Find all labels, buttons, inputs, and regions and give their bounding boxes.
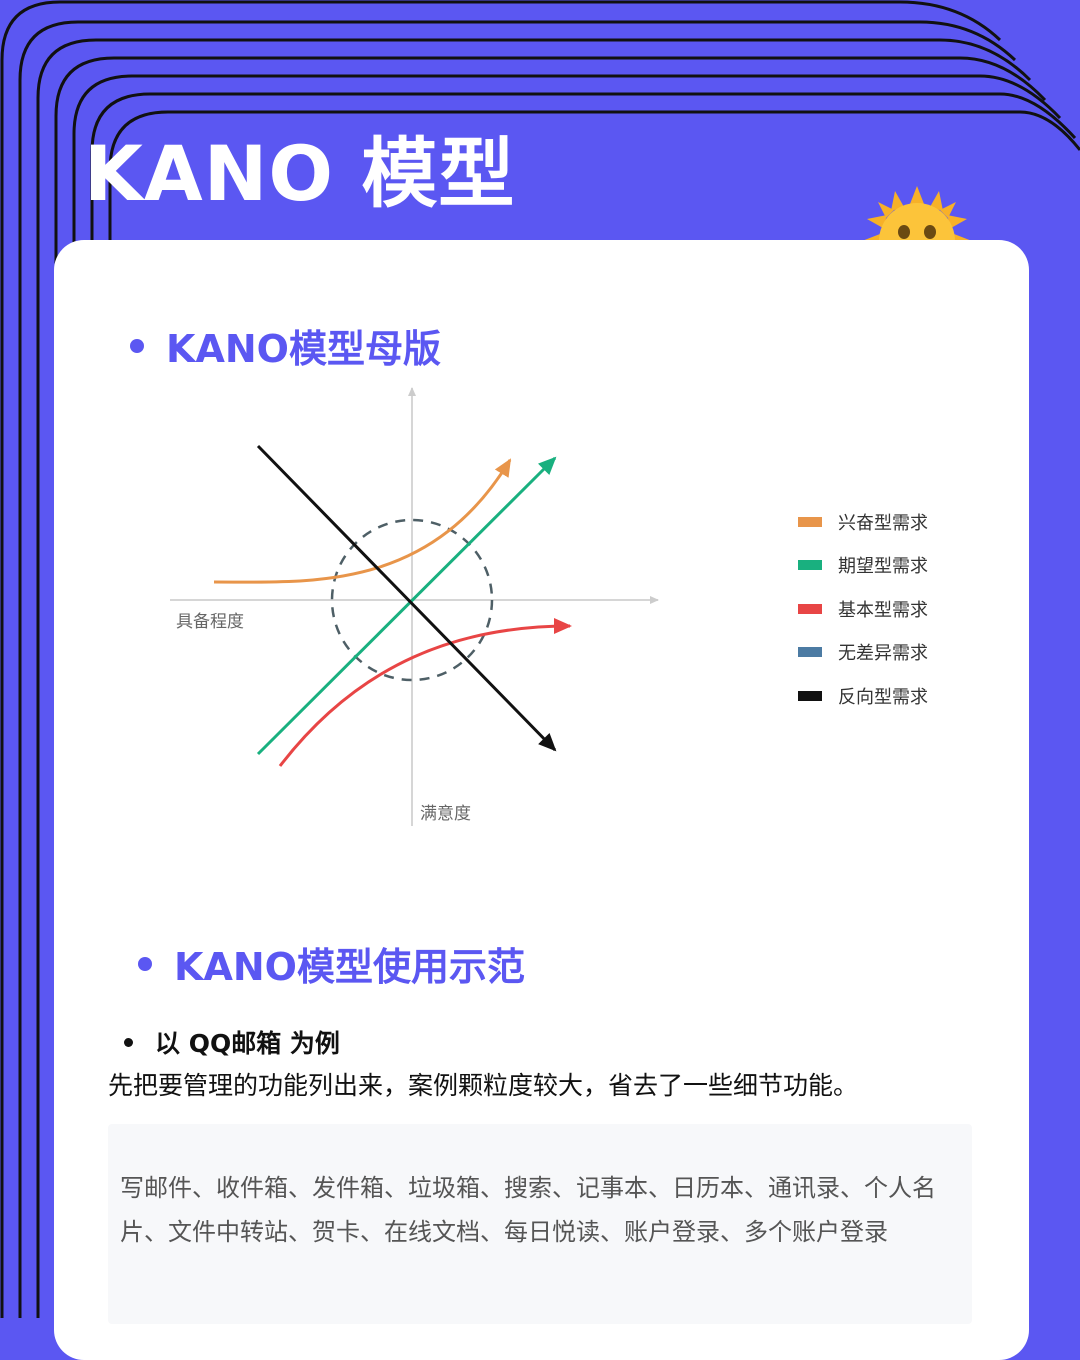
reverse-line [256, 444, 557, 752]
section-heading-example: KANO模型使用示范 [138, 936, 525, 991]
y-axis-label: 满意度 [420, 804, 471, 824]
legend-label: 无差异需求 [838, 643, 928, 665]
basic-curve [278, 618, 572, 767]
legend-item: 基本型需求 [798, 587, 928, 631]
legend-item: 期望型需求 [798, 544, 928, 588]
legend-swatch [798, 603, 822, 614]
example-bullet-text: 以 QQ邮箱 为例 [155, 1029, 340, 1058]
legend-swatch [798, 560, 822, 571]
legend-label: 期望型需求 [838, 556, 928, 578]
intro-text: 先把要管理的功能列出来，案例颗粒度较大，省去了一些细节功能。 [108, 1071, 859, 1100]
legend-label: 基本型需求 [838, 599, 928, 621]
page-title: KANO 模型 [84, 129, 516, 218]
example-bullet: 以 QQ邮箱 为例 [124, 1024, 340, 1060]
legend-swatch [798, 690, 822, 701]
legend-item: 兴奋型需求 [798, 500, 928, 544]
kano-diagram: 具备程度 满意度 [170, 387, 659, 826]
bullet-dot [130, 338, 144, 353]
section-heading-template: KANO模型母版 [130, 318, 441, 373]
diagram-legend: 兴奋型需求 期望型需求 基本型需求 无差异需求 反向型需求 [798, 500, 928, 718]
bullet-dot [138, 956, 152, 971]
section-heading-template-text: KANO模型母版 [166, 327, 441, 371]
legend-item: 无差异需求 [798, 631, 928, 675]
legend-swatch [798, 647, 822, 658]
section-heading-example-text: KANO模型使用示范 [174, 945, 525, 989]
legend-label: 反向型需求 [838, 686, 928, 708]
bullet-dot [124, 1037, 133, 1047]
legend-swatch [798, 516, 822, 527]
feature-list-text: 写邮件、收件箱、发件箱、垃圾箱、搜索、记事本、日历本、通讯录、个人名片、文件中转… [120, 1174, 936, 1246]
x-axis-label: 具备程度 [176, 612, 244, 632]
performance-line [256, 456, 557, 756]
legend-label: 兴奋型需求 [838, 512, 928, 534]
legend-item: 反向型需求 [798, 674, 928, 718]
excitement-curve [213, 458, 512, 584]
